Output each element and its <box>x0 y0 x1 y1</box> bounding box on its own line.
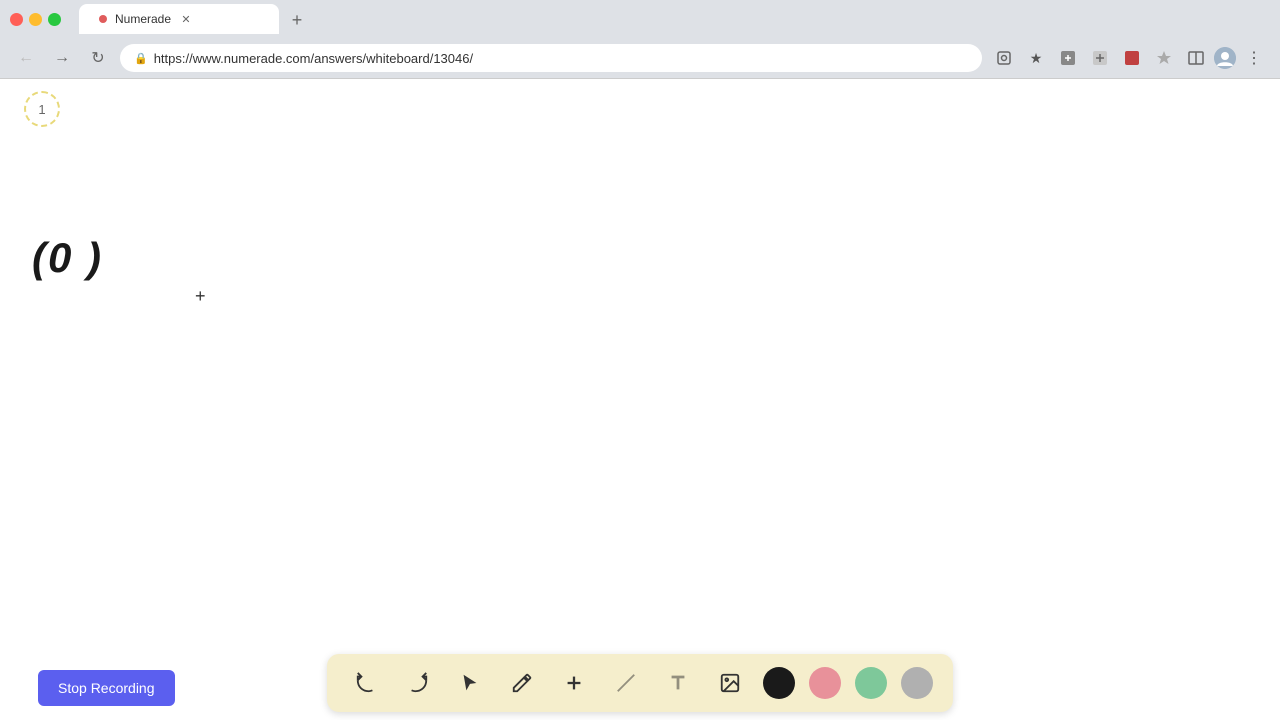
eraser-tool-button[interactable] <box>607 664 645 702</box>
tab-title: Numerade <box>115 12 171 26</box>
black-color-button[interactable] <box>763 667 795 699</box>
add-tool-button[interactable] <box>555 664 593 702</box>
bookmark-icon[interactable]: ★ <box>1022 44 1050 72</box>
window-controls <box>10 13 61 26</box>
lock-icon: 🔒 <box>134 52 148 65</box>
page-content: 1 (0 ) + Stop Recording <box>0 78 1280 720</box>
new-tab-button[interactable]: + <box>283 6 311 34</box>
image-tool-button[interactable] <box>711 664 749 702</box>
active-tab[interactable]: Numerade ✕ <box>79 4 279 34</box>
extension-icon2[interactable] <box>1086 44 1114 72</box>
tab-close-button[interactable]: ✕ <box>179 12 193 26</box>
math-expression: (0 ) <box>32 234 103 282</box>
pink-color-button[interactable] <box>809 667 841 699</box>
back-button[interactable]: ← <box>12 44 40 72</box>
extension-icon1[interactable] <box>1054 44 1082 72</box>
url-text: https://www.numerade.com/answers/whitebo… <box>154 51 473 66</box>
avatar[interactable] <box>1214 47 1236 69</box>
split-screen-icon[interactable] <box>1182 44 1210 72</box>
more-options-icon[interactable]: ⋮ <box>1240 44 1268 72</box>
browser-window: Numerade ✕ + ← → ↻ 🔒 https://www.numerad… <box>0 0 1280 720</box>
gray-color-button[interactable] <box>901 667 933 699</box>
tab-dot <box>99 15 107 23</box>
cursor-crosshair: + <box>195 286 206 307</box>
page-number-badge: 1 <box>24 91 60 127</box>
tab-bar: Numerade ✕ + <box>79 4 311 34</box>
close-button[interactable] <box>10 13 23 26</box>
text-tool-button[interactable] <box>659 664 697 702</box>
pen-tool-button[interactable] <box>503 664 541 702</box>
undo-button[interactable] <box>347 664 385 702</box>
select-tool-button[interactable] <box>451 664 489 702</box>
drawing-toolbar <box>327 654 953 712</box>
page-number: 1 <box>38 102 45 117</box>
extension-icon3[interactable] <box>1118 44 1146 72</box>
address-input[interactable]: 🔒 https://www.numerade.com/answers/white… <box>120 44 982 72</box>
download-icon[interactable] <box>990 44 1018 72</box>
forward-button[interactable]: → <box>48 44 76 72</box>
browser-toolbar-icons: ★ ⋮ <box>990 44 1268 72</box>
green-color-button[interactable] <box>855 667 887 699</box>
minimize-button[interactable] <box>29 13 42 26</box>
reload-button[interactable]: ↻ <box>84 44 112 72</box>
address-bar: ← → ↻ 🔒 https://www.numerade.com/answers… <box>0 38 1280 78</box>
extension-icon4[interactable] <box>1150 44 1178 72</box>
maximize-button[interactable] <box>48 13 61 26</box>
canvas-area[interactable]: 1 (0 ) + Stop Recording <box>0 79 1280 720</box>
redo-button[interactable] <box>399 664 437 702</box>
title-bar: Numerade ✕ + <box>0 0 1280 38</box>
stop-recording-button[interactable]: Stop Recording <box>38 670 175 706</box>
bottom-toolbar: Stop Recording <box>0 646 1280 720</box>
